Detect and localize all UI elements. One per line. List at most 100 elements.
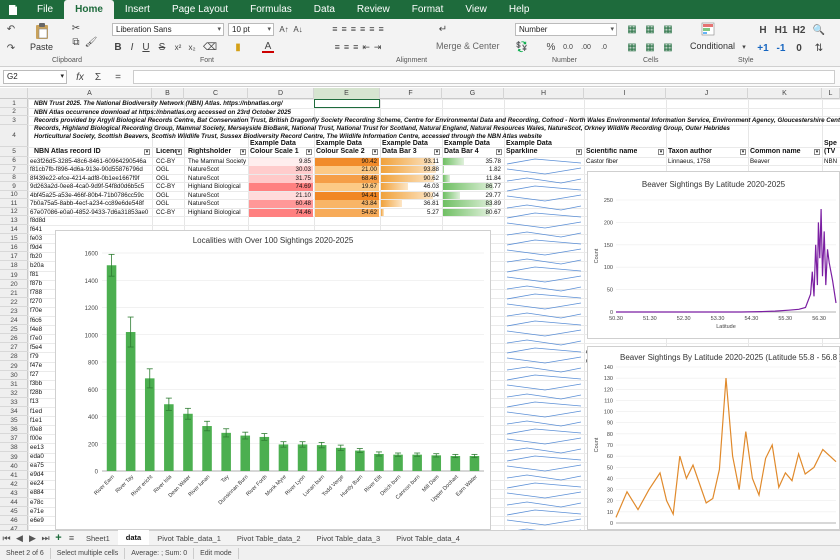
chevron-down-icon[interactable]: ▾	[217, 24, 221, 35]
record-id-stub[interactable]: f79	[30, 353, 54, 361]
colour-scale-2-cell[interactable]: 94.41	[315, 191, 379, 200]
header-scientific-name[interactable]: Scientific name	[586, 148, 637, 156]
filter-dropdown-icon[interactable]: ▾	[176, 149, 182, 155]
licence-cell[interactable]: CC-BY	[156, 183, 175, 191]
colour-scale-1-cell[interactable]: 9.85	[249, 157, 313, 166]
sheet-tab-pivot-1[interactable]: Pivot Table_data_1	[149, 531, 229, 546]
record-id-stub[interactable]: f6c6	[30, 317, 54, 325]
clear-format-icon[interactable]: ⌫	[203, 41, 217, 53]
decrease-style-icon[interactable]: -1	[774, 41, 788, 55]
record-id-stub[interactable]: e6e9	[30, 517, 54, 525]
bar[interactable]	[297, 444, 308, 471]
colour-scale-2-cell[interactable]: 21.00	[315, 165, 379, 174]
record-id-stub[interactable]: e71e	[30, 508, 54, 516]
row-header[interactable]: 13	[0, 216, 28, 225]
rightsholder-cell[interactable]: The Mammal Society	[188, 158, 246, 166]
last-sheet-icon[interactable]: ⏭	[39, 533, 52, 544]
header-record-id[interactable]: NBN Atlas record ID	[34, 148, 101, 156]
row-header[interactable]: 33	[0, 398, 28, 407]
row-header[interactable]: 3	[0, 116, 28, 125]
sheet-tab-data[interactable]: data	[117, 529, 150, 547]
record-id-stub[interactable]: f270	[30, 298, 54, 306]
header-sparkline[interactable]: Sparkline	[506, 148, 538, 156]
record-id-stub[interactable]: f4e8	[30, 326, 54, 334]
row-header[interactable]: 17	[0, 252, 28, 262]
colour-scale-1-cell[interactable]: 30.03	[249, 165, 313, 174]
normal-style-icon[interactable]: 0	[792, 41, 806, 55]
header-rightsholder[interactable]: Rightsholder	[188, 148, 231, 156]
row-header[interactable]: 46	[0, 516, 28, 526]
record-id-cell[interactable]: 8f439e22-efce-4214-adf8-0b1ee1667f9f	[30, 175, 150, 183]
align-row-icon[interactable]: ≡≡≡≡≡≡	[312, 23, 408, 35]
format-painter-icon[interactable]: 🖌	[85, 36, 98, 48]
conditional-button[interactable]: Conditional	[690, 41, 735, 51]
bold-icon[interactable]: B	[112, 41, 124, 53]
rightsholder-cell[interactable]: NatureScot	[188, 200, 246, 208]
record-id-stub[interactable]: f788	[30, 289, 54, 297]
column-header-k[interactable]: K	[748, 88, 822, 99]
licence-cell[interactable]: OGL	[156, 192, 169, 200]
header-db3-top[interactable]: Example Data	[382, 140, 428, 148]
data-bar-4-value[interactable]: 80.67	[443, 209, 503, 217]
row-header[interactable]: 7	[0, 165, 28, 174]
column-header-d[interactable]: D	[248, 88, 314, 99]
bar[interactable]	[183, 413, 193, 471]
filter-dropdown-icon[interactable]: ▾	[496, 149, 502, 155]
sum-icon[interactable]: Σ	[92, 70, 104, 84]
sheet-list-icon[interactable]: ≡	[65, 533, 78, 543]
chevron-down-icon[interactable]: ▾	[740, 41, 748, 53]
bar[interactable]	[469, 456, 480, 471]
rightsholder-cell[interactable]: Highland Biological	[188, 183, 246, 191]
row-header[interactable]: 4	[0, 125, 28, 147]
copy-icon[interactable]: ⧉	[70, 36, 82, 48]
underline-icon[interactable]: U	[140, 41, 152, 53]
licence-cell[interactable]: OGL	[156, 166, 169, 174]
colour-scale-1-cell[interactable]: 21.10	[249, 191, 313, 200]
row-header[interactable]: 43	[0, 489, 28, 498]
records-text-3[interactable]: Horticultural Society, Scottish Beavers,…	[34, 133, 840, 141]
currency-icon[interactable]: 💱	[515, 41, 529, 53]
name-box[interactable]: G2 ▾	[3, 70, 67, 84]
record-id-cell[interactable]: 4bf45a25-a53e-466f-80b4-71b0786cc59c	[30, 192, 150, 200]
data-bar-4-value[interactable]: 1.82	[443, 166, 503, 174]
licence-cell[interactable]: CC-BY	[156, 158, 175, 166]
column-header-i[interactable]: I	[584, 88, 666, 99]
row-header[interactable]: 30	[0, 371, 28, 380]
data-bar-3-value[interactable]: 90.62	[381, 175, 441, 183]
bar[interactable]	[335, 447, 346, 471]
line-series[interactable]	[616, 208, 837, 313]
data-bar-3-value[interactable]: 46.03	[381, 183, 441, 191]
column-header-j[interactable]: J	[666, 88, 748, 99]
row-header[interactable]: 23	[0, 307, 28, 316]
column-width-icon[interactable]: ▦	[644, 41, 656, 53]
bar[interactable]	[240, 435, 251, 471]
data-bar-4-value[interactable]: 83.89	[443, 200, 503, 208]
record-id-stub[interactable]: f87b	[30, 280, 54, 288]
record-id-stub[interactable]: e884	[30, 489, 54, 497]
formula-input[interactable]	[133, 70, 835, 84]
row-header[interactable]: 18	[0, 261, 28, 271]
column-header-g[interactable]: G	[442, 88, 504, 99]
bar[interactable]	[355, 450, 365, 471]
record-id-cell[interactable]: ee3f26d5-3285-48c6-8461-60964290546a	[30, 158, 150, 166]
add-sheet-icon[interactable]: +	[52, 532, 65, 544]
header-taxon-author[interactable]: Taxon author	[668, 148, 712, 156]
record-id-stub[interactable]: e78c	[30, 499, 54, 507]
spe-cell[interactable]: NBN	[824, 158, 837, 166]
header-db4-top[interactable]: Example Data	[444, 140, 490, 148]
shrink-font-icon[interactable]: A↓	[292, 23, 304, 35]
column-header-h[interactable]: H	[504, 88, 584, 99]
header-sparkline-top[interactable]: Example Data	[506, 140, 552, 148]
bar-chart[interactable]: Localities with Over 100 Sightings 2020-…	[55, 230, 491, 530]
chevron-down-icon[interactable]: ▾	[267, 24, 271, 35]
row-header[interactable]: 16	[0, 243, 28, 253]
row-header[interactable]: 25	[0, 325, 28, 335]
bar[interactable]	[393, 454, 403, 471]
record-id-stub[interactable]: ea75	[30, 462, 54, 470]
menu-tab-data[interactable]: Data	[303, 0, 346, 19]
row-header[interactable]: 14	[0, 225, 28, 235]
strikethrough-icon[interactable]: S	[156, 41, 168, 53]
sheet-tab-pivot-2[interactable]: Pivot Table_data_2	[229, 531, 309, 546]
font-color-icon[interactable]: A	[262, 41, 274, 53]
record-id-stub[interactable]: f1ed	[30, 408, 54, 416]
